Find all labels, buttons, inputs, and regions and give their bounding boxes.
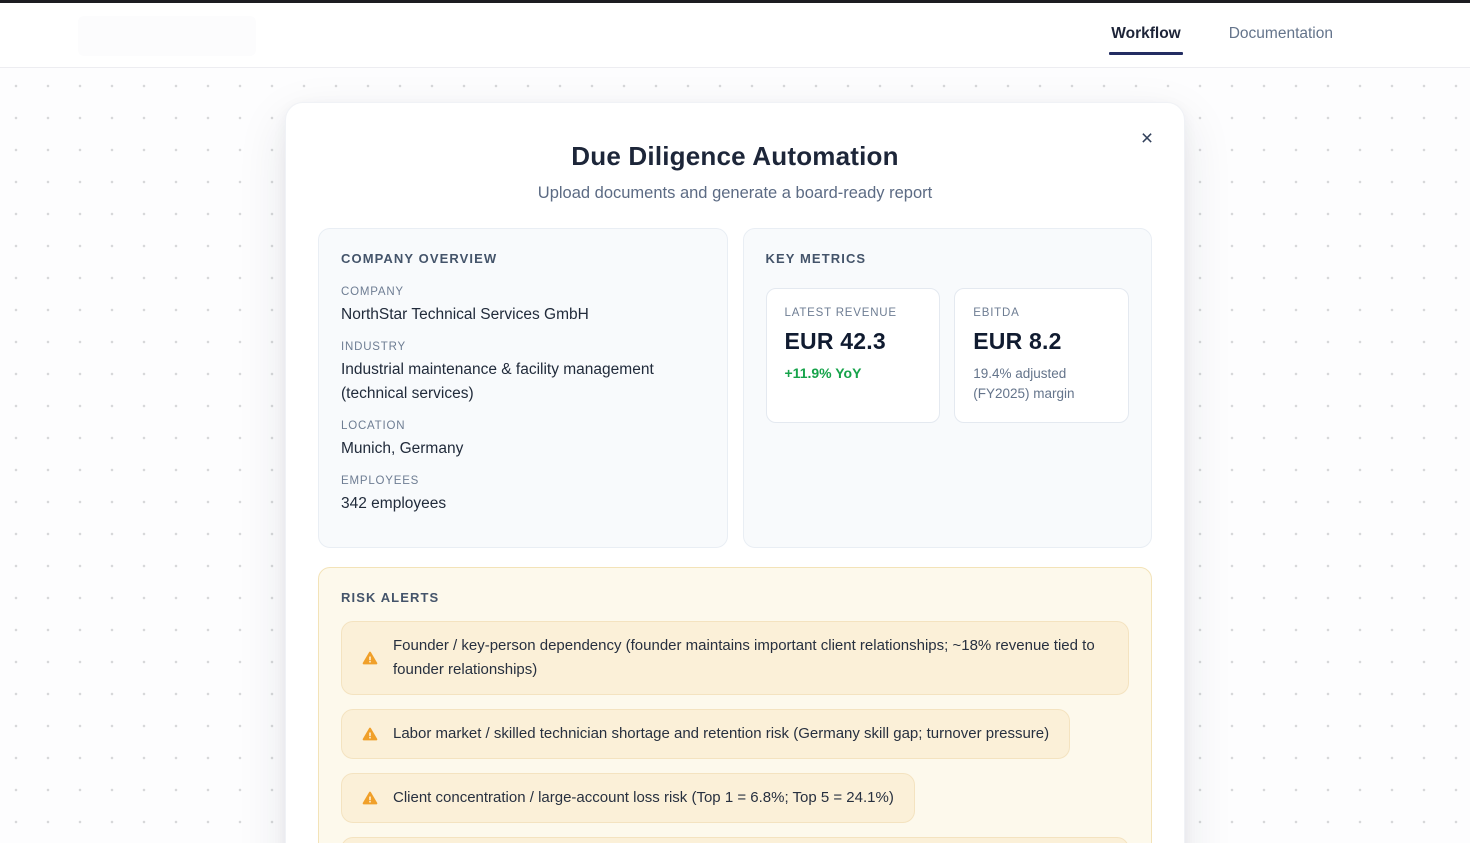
- company-overview-panel: COMPANY OVERVIEW COMPANY NorthStar Techn…: [318, 228, 728, 548]
- due-diligence-modal: × Due Diligence Automation Upload docume…: [285, 102, 1185, 843]
- top-navigation-bar: Workflow Documentation: [0, 0, 1470, 68]
- risk-alerts-list: Founder / key-person dependency (founder…: [341, 621, 1129, 843]
- key-metrics-heading: KEY METRICS: [766, 251, 1130, 266]
- warning-icon: [362, 726, 378, 742]
- tab-workflow[interactable]: Workflow: [1109, 17, 1182, 55]
- risk-alert-text: Labor market / skilled technician shorta…: [393, 718, 1049, 750]
- risk-alert-item: Labor market / skilled technician shorta…: [341, 709, 1070, 759]
- field-label: COMPANY: [341, 286, 705, 298]
- field-value: 342 employees: [341, 492, 705, 516]
- metric-value: EUR 42.3: [785, 328, 922, 355]
- metric-cards-row: LATEST REVENUE EUR 42.3 +11.9% YoY EBITD…: [766, 288, 1130, 423]
- metric-value: EUR 8.2: [973, 328, 1110, 355]
- metric-note: 19.4% adjusted (FY2025) margin: [973, 364, 1110, 404]
- risk-alerts-section: RISK ALERTS Founder / key-person depende…: [318, 567, 1152, 843]
- risk-alert-text: Founder / key-person dependency (founder…: [393, 630, 1108, 686]
- warning-icon: [362, 650, 378, 666]
- page-title: Due Diligence Automation: [318, 141, 1152, 172]
- info-panels-row: COMPANY OVERVIEW COMPANY NorthStar Techn…: [318, 228, 1152, 548]
- risk-alerts-heading: RISK ALERTS: [341, 590, 1129, 605]
- metric-label: EBITDA: [973, 307, 1110, 319]
- metric-label: LATEST REVENUE: [785, 307, 922, 319]
- risk-alert-item: Founder / key-person dependency (founder…: [341, 621, 1129, 695]
- field-label: LOCATION: [341, 420, 705, 432]
- field-value: NorthStar Technical Services GmbH: [341, 303, 705, 327]
- field-employees: EMPLOYEES 342 employees: [341, 475, 705, 516]
- risk-alert-item: Client concentration / large-account los…: [341, 773, 915, 823]
- risk-alert-item: Technology & platform risk (NorthStar Co…: [341, 837, 1129, 843]
- metric-delta: +11.9% YoY: [785, 365, 922, 381]
- logo-placeholder: [78, 16, 256, 56]
- page-subtitle: Upload documents and generate a board-re…: [318, 184, 1152, 203]
- key-metrics-panel: KEY METRICS LATEST REVENUE EUR 42.3 +11.…: [743, 228, 1153, 548]
- close-icon[interactable]: ×: [1134, 125, 1160, 151]
- risk-alert-text: Client concentration / large-account los…: [393, 782, 894, 814]
- field-label: EMPLOYEES: [341, 475, 705, 487]
- nav-tabs: Workflow Documentation: [1109, 3, 1335, 68]
- field-location: LOCATION Munich, Germany: [341, 420, 705, 461]
- company-overview-heading: COMPANY OVERVIEW: [341, 251, 705, 266]
- company-fields: COMPANY NorthStar Technical Services Gmb…: [341, 286, 705, 516]
- warning-icon: [362, 790, 378, 806]
- field-industry: INDUSTRY Industrial maintenance & facili…: [341, 341, 705, 406]
- metric-card-ebitda: EBITDA EUR 8.2 19.4% adjusted (FY2025) m…: [954, 288, 1129, 423]
- field-value: Munich, Germany: [341, 437, 705, 461]
- field-value: Industrial maintenance & facility manage…: [341, 358, 705, 406]
- tab-documentation[interactable]: Documentation: [1227, 17, 1335, 55]
- metric-card-revenue: LATEST REVENUE EUR 42.3 +11.9% YoY: [766, 288, 941, 423]
- field-label: INDUSTRY: [341, 341, 705, 353]
- field-company: COMPANY NorthStar Technical Services Gmb…: [341, 286, 705, 327]
